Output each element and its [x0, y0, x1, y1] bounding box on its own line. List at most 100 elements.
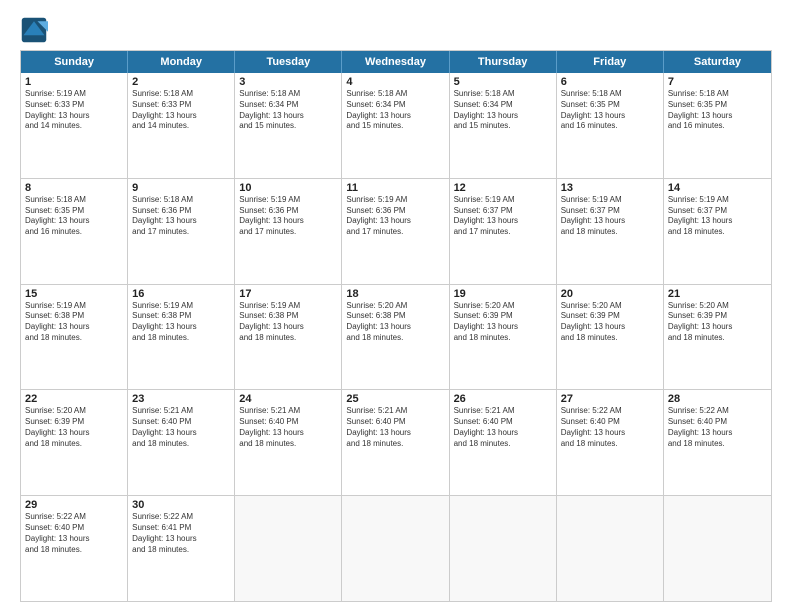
- day-number: 19: [454, 288, 552, 300]
- cell-info: Sunrise: 5:22 AM Sunset: 6:40 PM Dayligh…: [25, 512, 123, 555]
- calendar-row-2: 8Sunrise: 5:18 AM Sunset: 6:35 PM Daylig…: [21, 178, 771, 284]
- day-number: 29: [25, 499, 123, 511]
- day-number: 30: [132, 499, 230, 511]
- day-number: 15: [25, 288, 123, 300]
- header-day-wednesday: Wednesday: [342, 51, 449, 73]
- logo: [20, 16, 52, 44]
- cell-info: Sunrise: 5:21 AM Sunset: 6:40 PM Dayligh…: [454, 406, 552, 449]
- day-number: 23: [132, 393, 230, 405]
- calendar-cell-14: 14Sunrise: 5:19 AM Sunset: 6:37 PM Dayli…: [664, 179, 771, 284]
- day-number: 4: [346, 76, 444, 88]
- calendar-cell-empty: [235, 496, 342, 601]
- cell-info: Sunrise: 5:19 AM Sunset: 6:36 PM Dayligh…: [346, 195, 444, 238]
- day-number: 22: [25, 393, 123, 405]
- calendar-cell-28: 28Sunrise: 5:22 AM Sunset: 6:40 PM Dayli…: [664, 390, 771, 495]
- cell-info: Sunrise: 5:18 AM Sunset: 6:35 PM Dayligh…: [25, 195, 123, 238]
- cell-info: Sunrise: 5:19 AM Sunset: 6:37 PM Dayligh…: [454, 195, 552, 238]
- calendar-cell-30: 30Sunrise: 5:22 AM Sunset: 6:41 PM Dayli…: [128, 496, 235, 601]
- cell-info: Sunrise: 5:18 AM Sunset: 6:34 PM Dayligh…: [239, 89, 337, 132]
- day-number: 12: [454, 182, 552, 194]
- calendar-cell-17: 17Sunrise: 5:19 AM Sunset: 6:38 PM Dayli…: [235, 285, 342, 390]
- day-number: 9: [132, 182, 230, 194]
- day-number: 13: [561, 182, 659, 194]
- calendar: SundayMondayTuesdayWednesdayThursdayFrid…: [20, 50, 772, 602]
- calendar-cell-12: 12Sunrise: 5:19 AM Sunset: 6:37 PM Dayli…: [450, 179, 557, 284]
- header-day-saturday: Saturday: [664, 51, 771, 73]
- cell-info: Sunrise: 5:22 AM Sunset: 6:41 PM Dayligh…: [132, 512, 230, 555]
- day-number: 24: [239, 393, 337, 405]
- calendar-row-5: 29Sunrise: 5:22 AM Sunset: 6:40 PM Dayli…: [21, 495, 771, 601]
- calendar-cell-21: 21Sunrise: 5:20 AM Sunset: 6:39 PM Dayli…: [664, 285, 771, 390]
- cell-info: Sunrise: 5:21 AM Sunset: 6:40 PM Dayligh…: [132, 406, 230, 449]
- cell-info: Sunrise: 5:19 AM Sunset: 6:37 PM Dayligh…: [561, 195, 659, 238]
- day-number: 6: [561, 76, 659, 88]
- calendar-row-4: 22Sunrise: 5:20 AM Sunset: 6:39 PM Dayli…: [21, 389, 771, 495]
- calendar-cell-20: 20Sunrise: 5:20 AM Sunset: 6:39 PM Dayli…: [557, 285, 664, 390]
- day-number: 16: [132, 288, 230, 300]
- calendar-cell-3: 3Sunrise: 5:18 AM Sunset: 6:34 PM Daylig…: [235, 73, 342, 178]
- day-number: 18: [346, 288, 444, 300]
- day-number: 28: [668, 393, 767, 405]
- calendar-cell-8: 8Sunrise: 5:18 AM Sunset: 6:35 PM Daylig…: [21, 179, 128, 284]
- cell-info: Sunrise: 5:21 AM Sunset: 6:40 PM Dayligh…: [239, 406, 337, 449]
- day-number: 17: [239, 288, 337, 300]
- calendar-cell-1: 1Sunrise: 5:19 AM Sunset: 6:33 PM Daylig…: [21, 73, 128, 178]
- header-day-friday: Friday: [557, 51, 664, 73]
- cell-info: Sunrise: 5:20 AM Sunset: 6:39 PM Dayligh…: [454, 301, 552, 344]
- calendar-row-3: 15Sunrise: 5:19 AM Sunset: 6:38 PM Dayli…: [21, 284, 771, 390]
- header-day-monday: Monday: [128, 51, 235, 73]
- calendar-header: SundayMondayTuesdayWednesdayThursdayFrid…: [21, 51, 771, 73]
- header-day-tuesday: Tuesday: [235, 51, 342, 73]
- day-number: 2: [132, 76, 230, 88]
- day-number: 7: [668, 76, 767, 88]
- calendar-cell-26: 26Sunrise: 5:21 AM Sunset: 6:40 PM Dayli…: [450, 390, 557, 495]
- cell-info: Sunrise: 5:18 AM Sunset: 6:34 PM Dayligh…: [346, 89, 444, 132]
- cell-info: Sunrise: 5:22 AM Sunset: 6:40 PM Dayligh…: [561, 406, 659, 449]
- calendar-row-1: 1Sunrise: 5:19 AM Sunset: 6:33 PM Daylig…: [21, 73, 771, 178]
- calendar-cell-11: 11Sunrise: 5:19 AM Sunset: 6:36 PM Dayli…: [342, 179, 449, 284]
- cell-info: Sunrise: 5:18 AM Sunset: 6:36 PM Dayligh…: [132, 195, 230, 238]
- cell-info: Sunrise: 5:21 AM Sunset: 6:40 PM Dayligh…: [346, 406, 444, 449]
- day-number: 8: [25, 182, 123, 194]
- header-day-sunday: Sunday: [21, 51, 128, 73]
- day-number: 26: [454, 393, 552, 405]
- calendar-cell-2: 2Sunrise: 5:18 AM Sunset: 6:33 PM Daylig…: [128, 73, 235, 178]
- calendar-cell-19: 19Sunrise: 5:20 AM Sunset: 6:39 PM Dayli…: [450, 285, 557, 390]
- calendar-cell-29: 29Sunrise: 5:22 AM Sunset: 6:40 PM Dayli…: [21, 496, 128, 601]
- day-number: 25: [346, 393, 444, 405]
- calendar-cell-empty: [557, 496, 664, 601]
- calendar-cell-4: 4Sunrise: 5:18 AM Sunset: 6:34 PM Daylig…: [342, 73, 449, 178]
- day-number: 5: [454, 76, 552, 88]
- calendar-cell-13: 13Sunrise: 5:19 AM Sunset: 6:37 PM Dayli…: [557, 179, 664, 284]
- cell-info: Sunrise: 5:18 AM Sunset: 6:35 PM Dayligh…: [668, 89, 767, 132]
- day-number: 21: [668, 288, 767, 300]
- calendar-cell-24: 24Sunrise: 5:21 AM Sunset: 6:40 PM Dayli…: [235, 390, 342, 495]
- day-number: 10: [239, 182, 337, 194]
- cell-info: Sunrise: 5:18 AM Sunset: 6:33 PM Dayligh…: [132, 89, 230, 132]
- header-day-thursday: Thursday: [450, 51, 557, 73]
- day-number: 3: [239, 76, 337, 88]
- cell-info: Sunrise: 5:20 AM Sunset: 6:39 PM Dayligh…: [25, 406, 123, 449]
- calendar-cell-22: 22Sunrise: 5:20 AM Sunset: 6:39 PM Dayli…: [21, 390, 128, 495]
- cell-info: Sunrise: 5:20 AM Sunset: 6:39 PM Dayligh…: [561, 301, 659, 344]
- calendar-cell-9: 9Sunrise: 5:18 AM Sunset: 6:36 PM Daylig…: [128, 179, 235, 284]
- calendar-cell-6: 6Sunrise: 5:18 AM Sunset: 6:35 PM Daylig…: [557, 73, 664, 178]
- cell-info: Sunrise: 5:22 AM Sunset: 6:40 PM Dayligh…: [668, 406, 767, 449]
- calendar-cell-27: 27Sunrise: 5:22 AM Sunset: 6:40 PM Dayli…: [557, 390, 664, 495]
- day-number: 1: [25, 76, 123, 88]
- cell-info: Sunrise: 5:18 AM Sunset: 6:34 PM Dayligh…: [454, 89, 552, 132]
- cell-info: Sunrise: 5:19 AM Sunset: 6:38 PM Dayligh…: [25, 301, 123, 344]
- day-number: 27: [561, 393, 659, 405]
- day-number: 11: [346, 182, 444, 194]
- calendar-cell-empty: [664, 496, 771, 601]
- day-number: 14: [668, 182, 767, 194]
- cell-info: Sunrise: 5:20 AM Sunset: 6:39 PM Dayligh…: [668, 301, 767, 344]
- cell-info: Sunrise: 5:19 AM Sunset: 6:36 PM Dayligh…: [239, 195, 337, 238]
- cell-info: Sunrise: 5:20 AM Sunset: 6:38 PM Dayligh…: [346, 301, 444, 344]
- cell-info: Sunrise: 5:18 AM Sunset: 6:35 PM Dayligh…: [561, 89, 659, 132]
- cell-info: Sunrise: 5:19 AM Sunset: 6:37 PM Dayligh…: [668, 195, 767, 238]
- calendar-cell-18: 18Sunrise: 5:20 AM Sunset: 6:38 PM Dayli…: [342, 285, 449, 390]
- calendar-body: 1Sunrise: 5:19 AM Sunset: 6:33 PM Daylig…: [21, 73, 771, 601]
- day-number: 20: [561, 288, 659, 300]
- calendar-cell-15: 15Sunrise: 5:19 AM Sunset: 6:38 PM Dayli…: [21, 285, 128, 390]
